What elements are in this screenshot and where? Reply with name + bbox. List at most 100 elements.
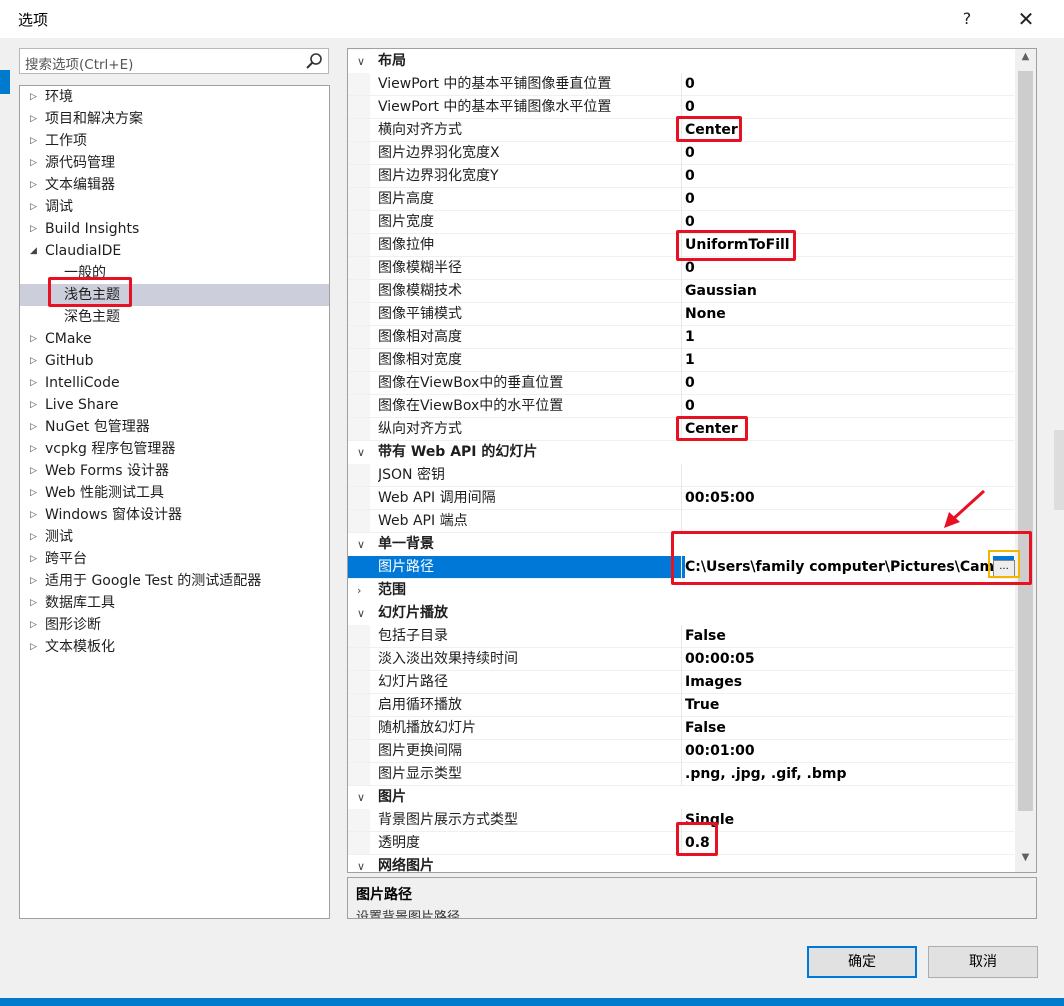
cancel-button[interactable]: 取消 <box>928 946 1038 978</box>
tree-item[interactable]: ▷ 工作项 <box>20 130 329 152</box>
tree-item[interactable]: ▷ 跨平台 <box>20 548 329 570</box>
property-value[interactable]: 0 <box>685 142 993 165</box>
tree-item[interactable]: ▷ 环境 <box>20 86 329 108</box>
tree-item[interactable]: ▷ 文本编辑器 <box>20 174 329 196</box>
property-row[interactable]: 淡入淡出效果持续时间 00:00:05 <box>348 648 1014 671</box>
collapse-chevron-icon[interactable]: ∨ <box>357 533 365 556</box>
tree-item[interactable]: ▷ 调试 <box>20 196 329 218</box>
property-row[interactable]: 图像平铺模式 None <box>348 303 1014 326</box>
column-splitter[interactable] <box>681 740 682 763</box>
property-value[interactable]: 1 <box>685 326 993 349</box>
column-splitter[interactable] <box>681 694 682 717</box>
property-row[interactable]: Web API 调用间隔 00:05:00 <box>348 487 1014 510</box>
tree-item[interactable]: ▷ Web 性能测试工具 <box>20 482 329 504</box>
category-row[interactable]: ∨ 网络图片 <box>348 855 1014 872</box>
tree-item[interactable]: ▷ GitHub <box>20 350 329 372</box>
tree-item[interactable]: ◢ ClaudiaIDE <box>20 240 329 262</box>
property-row[interactable]: 图像相对宽度 1 <box>348 349 1014 372</box>
expand-arrow-icon[interactable]: ▷ <box>30 570 37 592</box>
expand-arrow-icon[interactable]: ▷ <box>30 504 37 526</box>
tree-item[interactable]: ▷ Build Insights <box>20 218 329 240</box>
expand-arrow-icon[interactable]: ▷ <box>30 174 37 196</box>
scroll-down-icon[interactable]: ▼ <box>1015 852 1036 870</box>
search-input[interactable]: 搜索选项(Ctrl+E) <box>25 53 133 73</box>
vertical-scrollbar[interactable]: ▲ ▼ <box>1015 49 1036 872</box>
property-row[interactable]: 幻灯片路径 Images <box>348 671 1014 694</box>
expand-arrow-icon[interactable]: ▷ <box>30 482 37 504</box>
collapse-chevron-icon[interactable]: ∨ <box>357 441 365 464</box>
column-splitter[interactable] <box>681 142 682 165</box>
column-splitter[interactable] <box>681 395 682 418</box>
property-row[interactable]: 随机播放幻灯片 False <box>348 717 1014 740</box>
tree-item[interactable]: ▷ Live Share <box>20 394 329 416</box>
expand-arrow-icon[interactable]: ▷ <box>30 592 37 614</box>
category-row[interactable]: ∨ 带有 Web API 的幻灯片 <box>348 441 1014 464</box>
property-value[interactable]: False <box>685 717 993 740</box>
column-splitter[interactable] <box>681 648 682 671</box>
expand-arrow-icon[interactable]: ▷ <box>30 196 37 218</box>
expand-arrow-icon[interactable]: ▷ <box>30 218 37 240</box>
property-row[interactable]: 图像在ViewBox中的垂直位置 0 <box>348 372 1014 395</box>
property-row[interactable]: 图像模糊技术 Gaussian <box>348 280 1014 303</box>
property-value[interactable]: 00:00:05 <box>685 648 993 671</box>
property-value[interactable]: True <box>685 694 993 717</box>
collapse-chevron-icon[interactable]: ∨ <box>357 786 365 809</box>
expand-arrow-icon[interactable]: ▷ <box>30 526 37 548</box>
tree-item[interactable]: ▷ 项目和解决方案 <box>20 108 329 130</box>
property-value[interactable]: 0 <box>685 395 993 418</box>
tree-item[interactable]: ▷ Web Forms 设计器 <box>20 460 329 482</box>
property-value[interactable]: 0 <box>685 372 993 395</box>
category-row[interactable]: ∨ 布局 <box>348 50 1014 73</box>
property-row[interactable]: 图片显示类型 .png, .jpg, .gif, .bmp <box>348 763 1014 786</box>
expand-arrow-icon[interactable]: ▷ <box>30 548 37 570</box>
tree-item[interactable]: ▷ 测试 <box>20 526 329 548</box>
property-row[interactable]: 图像相对高度 1 <box>348 326 1014 349</box>
expand-arrow-icon[interactable]: ▷ <box>30 350 37 372</box>
tree-item[interactable]: ▷ 源代码管理 <box>20 152 329 174</box>
expand-arrow-icon[interactable]: ▷ <box>30 460 37 482</box>
ok-button[interactable]: 确定 <box>807 946 917 978</box>
collapse-chevron-icon[interactable]: ∨ <box>357 602 365 625</box>
property-row[interactable]: 包括子目录 False <box>348 625 1014 648</box>
column-splitter[interactable] <box>681 349 682 372</box>
column-splitter[interactable] <box>681 303 682 326</box>
property-value[interactable]: 0 <box>685 188 993 211</box>
property-value[interactable]: False <box>685 625 993 648</box>
expand-arrow-icon[interactable]: ▷ <box>30 152 37 174</box>
expand-arrow-icon[interactable]: ▷ <box>30 636 37 658</box>
property-row[interactable]: 图片边界羽化宽度Y 0 <box>348 165 1014 188</box>
property-value[interactable]: Gaussian <box>685 280 993 303</box>
expand-chevron-icon[interactable]: › <box>357 579 361 602</box>
column-splitter[interactable] <box>681 326 682 349</box>
tree-item[interactable]: ▷ vcpkg 程序包管理器 <box>20 438 329 460</box>
property-value[interactable]: 0 <box>685 165 993 188</box>
scroll-thumb[interactable] <box>1018 71 1033 811</box>
property-value[interactable]: 0.8 <box>685 832 993 855</box>
tree-item[interactable]: ▷ 适用于 Google Test 的测试适配器 <box>20 570 329 592</box>
tree-item[interactable]: ▷ Windows 窗体设计器 <box>20 504 329 526</box>
property-row[interactable]: 图片边界羽化宽度X 0 <box>348 142 1014 165</box>
expand-arrow-icon[interactable]: ▷ <box>30 614 37 636</box>
property-value[interactable]: 0 <box>685 73 993 96</box>
tree-item[interactable]: ▷ IntelliCode <box>20 372 329 394</box>
property-grid[interactable]: ∨ 布局 ViewPort 中的基本平铺图像垂直位置 0 ViewPort 中的基本平铺… <box>347 48 1037 873</box>
expand-arrow-icon[interactable]: ▷ <box>30 328 37 350</box>
expand-arrow-icon[interactable]: ▷ <box>30 416 37 438</box>
column-splitter[interactable] <box>681 280 682 303</box>
column-splitter[interactable] <box>681 510 682 533</box>
expand-arrow-icon[interactable]: ▷ <box>30 108 37 130</box>
tree-item[interactable]: 深色主题 <box>20 306 329 328</box>
column-splitter[interactable] <box>681 717 682 740</box>
help-button[interactable]: ? <box>948 3 986 35</box>
expand-arrow-icon[interactable]: ▷ <box>30 438 37 460</box>
collapse-arrow-icon[interactable]: ◢ <box>30 240 37 262</box>
collapse-chevron-icon[interactable]: ∨ <box>357 50 365 73</box>
options-tree[interactable]: ▷ 环境 ▷ 项目和解决方案 ▷ 工作项 ▷ 源代码管理 ▷ 文本编辑器 ▷ 调试 ▷ Build Ins… <box>19 85 330 919</box>
tree-item[interactable]: ▷ 图形诊断 <box>20 614 329 636</box>
column-splitter[interactable] <box>681 464 682 487</box>
property-row[interactable]: JSON 密钥 <box>348 464 1014 487</box>
column-splitter[interactable] <box>681 671 682 694</box>
expand-arrow-icon[interactable]: ▷ <box>30 130 37 152</box>
property-row[interactable]: 图片高度 0 <box>348 188 1014 211</box>
tree-item[interactable]: ▷ NuGet 包管理器 <box>20 416 329 438</box>
